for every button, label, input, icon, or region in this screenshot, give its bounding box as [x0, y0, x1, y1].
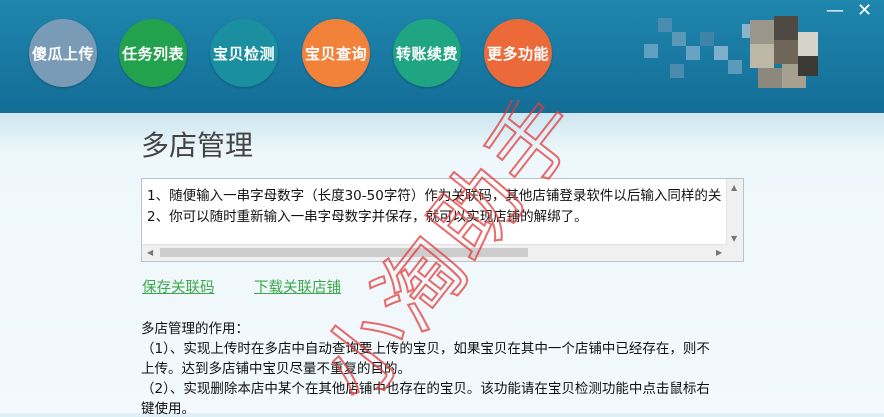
- toolbar-button-item-query[interactable]: 宝贝查询: [302, 19, 370, 87]
- toolbar-button-task-list[interactable]: 任务列表: [119, 19, 187, 87]
- textbox-line-2: 2、你可以随时重新输入一串字母数字并保存，就可以实现店铺的解绑了。: [147, 209, 588, 225]
- textbox-line-1: 1、随便输入一串字母数字（长度30-50字符）作为关联码，其他店铺登录软件以后输…: [147, 188, 722, 204]
- scroll-up-icon[interactable]: ▲: [731, 183, 737, 192]
- description-line: （2）、实现删除本店中某个在其他店铺中也存在的宝贝。该功能请在宝贝检测功能中点击…: [141, 381, 710, 397]
- minimize-button[interactable]: —: [826, 2, 844, 20]
- description-line: 键使用。: [141, 401, 195, 417]
- horizontal-scroll-thumb[interactable]: [160, 248, 528, 257]
- description-line: （1）、实现上传时在多店中自动查询要上传的宝贝，如果宝贝在其中一个店铺中已经存在…: [141, 341, 710, 357]
- description-heading: 多店管理的作用：: [141, 321, 249, 337]
- scroll-right-icon[interactable]: ▶: [716, 248, 722, 257]
- link-code-textarea[interactable]: 1、随便输入一串字母数字（长度30-50字符）作为关联码，其他店铺登录软件以后输…: [141, 178, 744, 262]
- scroll-left-icon[interactable]: ◀: [147, 248, 153, 257]
- toolbar-button-more[interactable]: 更多功能: [484, 19, 552, 87]
- scrollbar-corner: [727, 245, 743, 261]
- toolbar-button-item-check[interactable]: 宝贝检测: [210, 19, 278, 87]
- save-link-code-link[interactable]: 保存关联码: [142, 276, 215, 297]
- toolbar-button-upload[interactable]: 傻瓜上传: [29, 19, 97, 87]
- close-button[interactable]: ✕: [857, 2, 872, 20]
- toolbar-button-renew[interactable]: 转账续费: [393, 19, 461, 87]
- vertical-scrollbar[interactable]: ▲ ▼: [726, 179, 743, 247]
- description-line: 上传。达到多店铺中宝贝尽量不重复的目的。: [141, 361, 411, 377]
- download-linked-shops-link[interactable]: 下载关联店铺: [254, 276, 341, 297]
- avatar: [640, 10, 820, 100]
- scroll-down-icon[interactable]: ▼: [731, 234, 737, 243]
- horizontal-scrollbar[interactable]: ◀ ▶: [142, 244, 729, 261]
- page-title: 多店管理: [141, 129, 254, 162]
